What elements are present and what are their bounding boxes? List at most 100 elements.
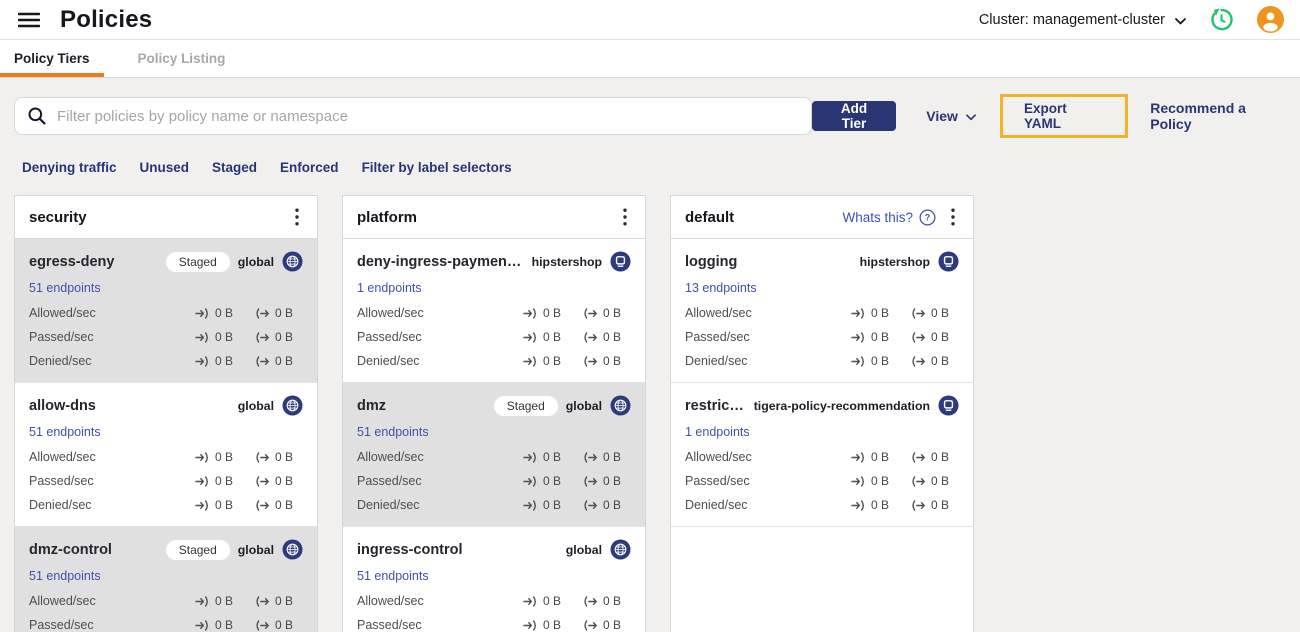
endpoints-link[interactable]: 51 endpoints: [29, 425, 101, 439]
search-icon: [27, 106, 47, 126]
metric-row: Allowed/sec 0 B 0 B: [357, 305, 631, 321]
policy-scope-label: global: [565, 542, 602, 557]
hamburger-menu-icon[interactable]: [16, 8, 42, 32]
policy-card-deny-ingress-paymentservi[interactable]: deny-ingress-paymentservi… hipstershop 1 …: [343, 239, 645, 383]
metric-ingress-value: 0 B: [523, 450, 571, 464]
metric-values: 0 B 0 B: [523, 330, 631, 344]
metric-ingress-text: 0 B: [871, 474, 890, 488]
policy-scope-label: global: [237, 398, 274, 413]
metric-ingress-text: 0 B: [543, 474, 562, 488]
metric-row: Denied/sec 0 B 0 B: [29, 497, 303, 513]
policy-card-egress-deny[interactable]: egress-deny Staged global 51 endpoints Allo…: [15, 239, 317, 383]
namespace-icon: [938, 395, 959, 416]
metric-ingress-text: 0 B: [871, 330, 890, 344]
endpoints-link[interactable]: 51 endpoints: [357, 569, 429, 583]
filter-link-enforced[interactable]: Enforced: [280, 160, 339, 175]
filter-link-filter-by-label-selectors[interactable]: Filter by label selectors: [362, 160, 512, 175]
filter-link-denying-traffic[interactable]: Denying traffic: [22, 160, 117, 175]
metric-egress-text: 0 B: [275, 450, 294, 464]
policy-name: allow-dns: [29, 397, 96, 414]
endpoints-link[interactable]: 1 endpoints: [357, 281, 422, 295]
policy-meta: Staged global: [493, 395, 631, 416]
endpoints-link[interactable]: 51 endpoints: [29, 569, 101, 583]
metric-row: Passed/sec 0 B 0 B: [357, 473, 631, 489]
whats-this-link[interactable]: Whats this? ?: [842, 209, 936, 226]
metric-egress-value: 0 B: [583, 618, 631, 632]
metric-ingress-value: 0 B: [523, 474, 571, 488]
metric-egress-value: 0 B: [583, 474, 631, 488]
tier-menu-button[interactable]: [619, 206, 631, 228]
metric-label: Passed/sec: [357, 330, 422, 344]
policy-card-ingress-control[interactable]: ingress-control global 51 endpoints Allowe…: [343, 527, 645, 632]
policy-card-allow-dns[interactable]: allow-dns global 51 endpoints Allowed/sec …: [15, 383, 317, 527]
tier-title: platform: [357, 208, 417, 226]
metric-ingress-value: 0 B: [195, 594, 243, 608]
metric-row: Allowed/sec 0 B 0 B: [29, 305, 303, 321]
filter-link-staged[interactable]: Staged: [212, 160, 257, 175]
global-scope-icon: [282, 395, 303, 416]
metric-egress-text: 0 B: [931, 474, 950, 488]
filter-link-unused[interactable]: Unused: [140, 160, 190, 175]
global-scope-icon: [610, 539, 631, 560]
metric-row: Denied/sec 0 B 0 B: [29, 353, 303, 369]
metric-egress-text: 0 B: [931, 354, 950, 368]
policy-card-header: allow-dns global: [29, 395, 303, 416]
ingress-arrow-icon: [195, 499, 208, 511]
tab-policy-tiers[interactable]: Policy Tiers: [0, 40, 104, 77]
metric-row: Passed/sec 0 B 0 B: [685, 473, 959, 489]
metric-row: Allowed/sec 0 B 0 B: [357, 449, 631, 465]
tab-policy-listing[interactable]: Policy Listing: [124, 40, 240, 77]
view-dropdown-button[interactable]: View: [926, 108, 976, 124]
ingress-arrow-icon: [523, 499, 536, 511]
endpoints-link[interactable]: 13 endpoints: [685, 281, 757, 295]
metric-values: 0 B 0 B: [523, 498, 631, 512]
policy-name: dmz: [357, 397, 386, 414]
toolbar: Add Tier View Export YAML Recommend a Po…: [14, 94, 1286, 138]
metric-ingress-value: 0 B: [523, 354, 571, 368]
user-avatar-icon[interactable]: [1257, 6, 1284, 33]
recommend-policy-button[interactable]: Recommend a Policy: [1150, 100, 1286, 132]
tier-menu-button[interactable]: [291, 206, 303, 228]
help-circle-icon: ?: [919, 209, 936, 225]
policy-card-logging[interactable]: logging hipstershop 13 endpoints Allowed/s…: [671, 239, 973, 383]
policy-meta: hipstershop: [532, 251, 631, 272]
endpoints-link[interactable]: 1 endpoints: [685, 425, 750, 439]
policy-card-header: deny-ingress-paymentservi… hipstershop: [357, 251, 631, 272]
tier-header: default Whats this? ?: [671, 196, 973, 239]
metric-egress-text: 0 B: [275, 594, 294, 608]
metric-label: Allowed/sec: [29, 450, 96, 464]
metric-values: 0 B 0 B: [195, 618, 303, 632]
metric-label: Allowed/sec: [357, 306, 424, 320]
policy-name: egress-deny: [29, 253, 115, 270]
policy-scope-label: global: [237, 542, 274, 557]
egress-arrow-icon: [256, 595, 269, 607]
policy-card-dmz-control[interactable]: dmz-control Staged global 51 endpoints Allo…: [15, 527, 317, 632]
policy-card-dmz[interactable]: dmz Staged global 51 endpoints Allowed/sec …: [343, 383, 645, 527]
policy-name: logging: [685, 253, 738, 270]
search-box: [14, 97, 812, 135]
search-input[interactable]: [57, 107, 799, 125]
add-tier-button[interactable]: Add Tier: [811, 101, 897, 131]
cluster-selector[interactable]: Cluster: management-cluster: [979, 11, 1186, 29]
metric-ingress-value: 0 B: [523, 618, 571, 632]
history-icon[interactable]: [1208, 6, 1235, 33]
svg-text:?: ?: [925, 212, 930, 222]
staged-badge: Staged: [493, 395, 558, 416]
metric-ingress-text: 0 B: [543, 306, 562, 320]
endpoints-link[interactable]: 51 endpoints: [357, 425, 429, 439]
endpoints-link[interactable]: 51 endpoints: [29, 281, 101, 295]
global-scope-icon: [282, 251, 303, 272]
export-yaml-button[interactable]: Export YAML: [999, 94, 1129, 138]
metric-label: Passed/sec: [685, 474, 750, 488]
tier-menu-button[interactable]: [947, 206, 959, 228]
metric-ingress-value: 0 B: [195, 618, 243, 632]
metric-values: 0 B 0 B: [195, 330, 303, 344]
metric-ingress-value: 0 B: [851, 330, 899, 344]
tier-column-platform: platform deny-ingress-paymentservi… hipst…: [342, 195, 646, 632]
tier-header: platform: [343, 196, 645, 239]
metric-label: Passed/sec: [357, 474, 422, 488]
policy-card-restricted[interactable]: restricted tigera-policy-recommendation 1…: [671, 383, 973, 527]
namespace-icon: [938, 251, 959, 272]
metric-egress-value: 0 B: [583, 306, 631, 320]
ingress-arrow-icon: [851, 355, 864, 367]
